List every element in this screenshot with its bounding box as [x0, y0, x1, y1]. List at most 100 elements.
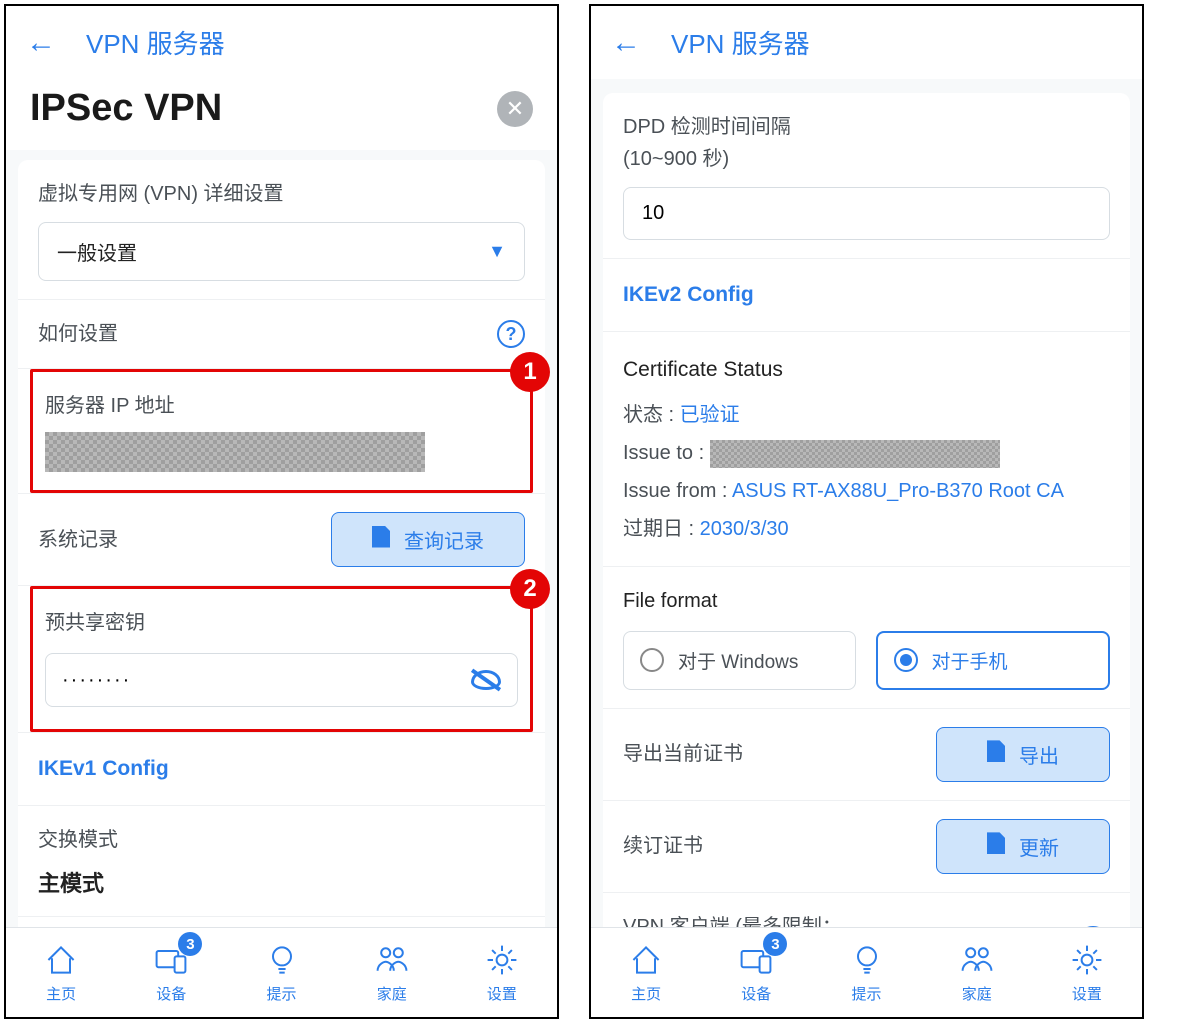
- issue-to-redacted: [710, 440, 1000, 468]
- home-icon: [40, 941, 82, 979]
- issue-to-row: Issue to :: [623, 434, 1110, 472]
- file-format-label: File format: [623, 585, 1110, 617]
- psk-value: ········: [62, 669, 131, 692]
- server-ip-label: 服务器 IP 地址: [45, 390, 518, 422]
- back-arrow-icon[interactable]: ←: [611, 26, 641, 60]
- bottom-nav: 主页 3 设备 提示 家庭 设置: [6, 927, 557, 1017]
- header: ← VPN 服务器: [6, 6, 557, 79]
- server-ip-highlight: 1 服务器 IP 地址: [30, 369, 533, 493]
- close-icon[interactable]: ✕: [497, 91, 533, 127]
- sys-log-label: 系统记录: [38, 524, 118, 556]
- nav-tips[interactable]: 提示: [226, 928, 336, 1017]
- status-value: 已验证: [680, 404, 740, 426]
- badge-1: 1: [510, 352, 550, 392]
- radio-windows-label: 对于 Windows: [678, 647, 798, 674]
- page-title-row: IPSec VPN ✕: [6, 79, 557, 150]
- expire-label: 过期日 :: [623, 518, 700, 540]
- export-cert-row: 导出当前证书 导出: [603, 709, 1130, 801]
- issue-from-label: Issue from :: [623, 480, 732, 502]
- nav-device[interactable]: 3 设备: [116, 928, 226, 1017]
- document-icon: [372, 526, 390, 554]
- renew-cert-label: 续订证书: [623, 830, 703, 862]
- badge-2: 2: [510, 569, 550, 609]
- radio-phone-label: 对于手机: [932, 647, 1008, 674]
- nav-family[interactable]: 家庭: [922, 928, 1032, 1017]
- radio-circle-icon: [894, 648, 918, 672]
- nav-settings[interactable]: 设置: [1032, 928, 1142, 1017]
- chevron-down-icon: ▼: [488, 241, 506, 262]
- vpn-client-label: VPN 客户端 (最多限制：8): [623, 911, 843, 927]
- cert-status-row: 状态 : 已验证: [623, 396, 1110, 434]
- cert-status-section: Certificate Status 状态 : 已验证 Issue to : I…: [603, 332, 1130, 567]
- how-to-set-label: 如何设置: [38, 318, 118, 350]
- export-button[interactable]: 导出: [936, 727, 1110, 782]
- content-area: 虚拟专用网 (VPN) 详细设置 一般设置 ▼ 如何设置 ? 1 服务器 IP …: [6, 150, 557, 927]
- nav-tips[interactable]: 提示: [811, 928, 921, 1017]
- vpn-detail-section: 虚拟专用网 (VPN) 详细设置 一般设置 ▼: [18, 160, 545, 300]
- content-area: DPD 检测时间间隔 (10~900 秒) 10 IKEv2 Config Ce…: [591, 79, 1142, 927]
- settings-card: DPD 检测时间间隔 (10~900 秒) 10 IKEv2 Config Ce…: [603, 93, 1130, 927]
- cert-status-heading: Certificate Status: [623, 350, 1110, 390]
- dpd-interval-hint: (10~900 秒): [623, 143, 1110, 175]
- export-cert-label: 导出当前证书: [623, 738, 743, 770]
- radio-windows[interactable]: 对于 Windows: [623, 631, 856, 690]
- header-title: VPN 服务器: [671, 24, 810, 61]
- exchange-mode-value: 主模式: [38, 866, 525, 898]
- ikev2-heading: IKEv2 Config: [603, 259, 1130, 332]
- exchange-mode-label: 交换模式: [38, 824, 525, 856]
- query-log-label: 查询记录: [404, 525, 484, 554]
- expire-value: 2030/3/30: [700, 518, 789, 540]
- server-ip-redacted: [45, 432, 425, 472]
- phone-screen-2: ← VPN 服务器 DPD 检测时间间隔 (10~900 秒) 10 IKEv2…: [589, 4, 1144, 1019]
- nav-device-label: 设备: [741, 983, 771, 1004]
- nav-family-label: 家庭: [962, 983, 992, 1004]
- dpd-interval-value: 10: [642, 202, 664, 224]
- detail-label: 虚拟专用网 (VPN) 详细设置: [38, 178, 525, 210]
- issue-to-label: Issue to :: [623, 442, 704, 464]
- nav-home-label: 主页: [631, 983, 661, 1004]
- nav-settings-label: 设置: [487, 983, 517, 1004]
- header: ← VPN 服务器: [591, 6, 1142, 79]
- radio-phone[interactable]: 对于手机: [876, 631, 1111, 690]
- bottom-nav: 主页 3 设备 提示 家庭 设置: [591, 927, 1142, 1017]
- renew-button[interactable]: 更新: [936, 819, 1110, 874]
- dpd-toggle-row: 失效对端检测: [18, 917, 545, 927]
- renew-btn-label: 更新: [1019, 832, 1059, 861]
- nav-family[interactable]: 家庭: [337, 928, 447, 1017]
- family-icon: [371, 941, 413, 979]
- nav-tips-label: 提示: [267, 983, 297, 1004]
- nav-home[interactable]: 主页: [6, 928, 116, 1017]
- dpd-interval-label: DPD 检测时间间隔: [623, 111, 1110, 143]
- nav-settings-label: 设置: [1072, 983, 1102, 1004]
- settings-card: 虚拟专用网 (VPN) 详细设置 一般设置 ▼ 如何设置 ? 1 服务器 IP …: [18, 160, 545, 927]
- expire-row: 过期日 : 2030/3/30: [623, 510, 1110, 548]
- document-icon: [987, 832, 1005, 860]
- psk-label: 预共享密钥: [45, 607, 518, 639]
- psk-highlight: 2 预共享密钥 ········: [30, 586, 533, 732]
- select-value: 一般设置: [57, 237, 137, 266]
- detail-select[interactable]: 一般设置 ▼: [38, 222, 525, 281]
- exchange-mode-section[interactable]: 交换模式 主模式: [18, 806, 545, 917]
- file-format-section: File format 对于 Windows 对于手机: [603, 567, 1130, 709]
- nav-home[interactable]: 主页: [591, 928, 701, 1017]
- how-to-set-section: 如何设置 ?: [18, 300, 545, 369]
- nav-tips-label: 提示: [852, 983, 882, 1004]
- nav-device[interactable]: 3 设备: [701, 928, 811, 1017]
- device-badge: 3: [178, 932, 202, 956]
- issue-from-row: Issue from : ASUS RT-AX88U_Pro-B370 Root…: [623, 472, 1110, 510]
- header-title: VPN 服务器: [86, 24, 225, 61]
- eye-off-icon[interactable]: [471, 668, 501, 692]
- family-icon: [956, 941, 998, 979]
- psk-input[interactable]: ········: [45, 653, 518, 707]
- dpd-interval-input[interactable]: 10: [623, 187, 1110, 240]
- radio-circle-icon: [640, 648, 664, 672]
- bulb-icon: [846, 941, 888, 979]
- query-log-button[interactable]: 查询记录: [331, 512, 525, 567]
- page-title: IPSec VPN: [30, 87, 222, 130]
- back-arrow-icon[interactable]: ←: [26, 26, 56, 60]
- nav-family-label: 家庭: [377, 983, 407, 1004]
- vpn-client-count-row: VPN 客户端 (最多限制：8) 1 +: [603, 893, 1130, 927]
- ikev1-heading: IKEv1 Config: [18, 732, 545, 806]
- nav-settings[interactable]: 设置: [447, 928, 557, 1017]
- help-icon[interactable]: ?: [497, 320, 525, 348]
